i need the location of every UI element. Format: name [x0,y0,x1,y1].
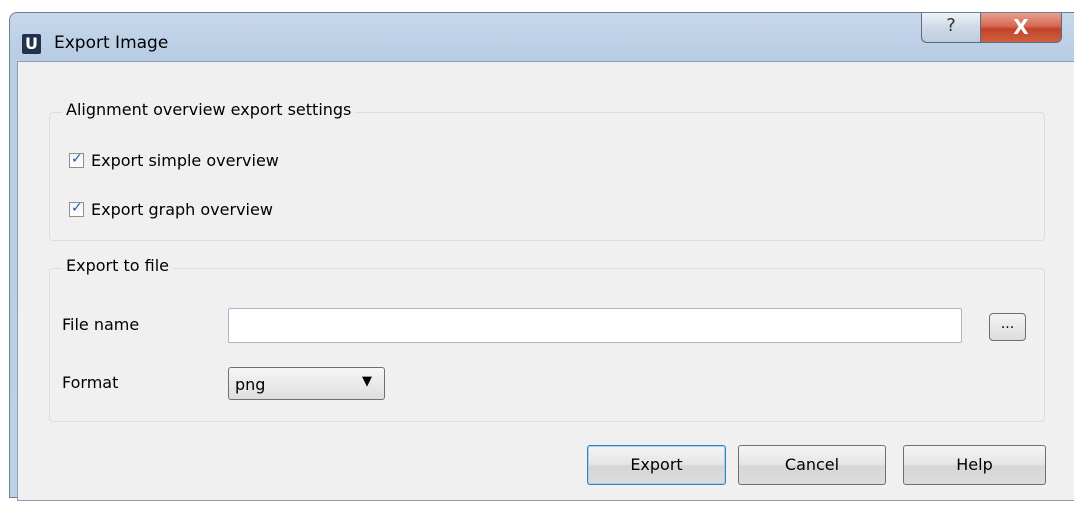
window-title: Export Image [54,33,169,53]
format-label: Format [62,373,119,392]
export-to-file-legend: Export to file [62,256,173,275]
export-graph-overview-checkbox[interactable]: ✓ [69,200,84,217]
file-name-label: File name [62,315,140,334]
alignment-settings-group: Alignment overview export settings ✓ Exp… [49,100,1045,241]
format-select[interactable]: png ▼ [228,367,385,400]
file-name-input[interactable] [228,308,962,343]
help-button[interactable]: Help [903,445,1046,485]
app-logo-icon: U [22,34,41,54]
browse-button[interactable]: ... [989,313,1026,341]
export-graph-overview-label: Export graph overview [91,200,273,219]
export-image-dialog: U Export Image ? X Alignment overview ex… [9,12,1074,501]
export-graph-overview-option[interactable]: ✓ Export graph overview [69,200,273,219]
export-button[interactable]: Export [587,445,726,485]
format-selected-value: png [235,375,266,394]
checkmark-icon: ✓ [71,151,83,167]
export-simple-overview-option[interactable]: ✓ Export simple overview [69,151,279,170]
export-simple-overview-label: Export simple overview [91,151,279,170]
checkmark-icon: ✓ [71,200,83,216]
export-to-file-group: Export to file File name ... Format png … [49,256,1045,422]
export-simple-overview-checkbox[interactable]: ✓ [69,151,84,168]
chevron-down-icon: ▼ [362,374,372,389]
dialog-content: Alignment overview export settings ✓ Exp… [17,61,1074,501]
alignment-settings-legend: Alignment overview export settings [62,100,356,119]
question-icon: ? [946,15,956,36]
close-icon: X [1013,15,1029,39]
close-button[interactable]: X [980,13,1062,43]
title-bar[interactable]: U Export Image ? X [10,13,1074,63]
help-title-button[interactable]: ? [921,13,981,43]
cancel-button[interactable]: Cancel [738,445,886,485]
